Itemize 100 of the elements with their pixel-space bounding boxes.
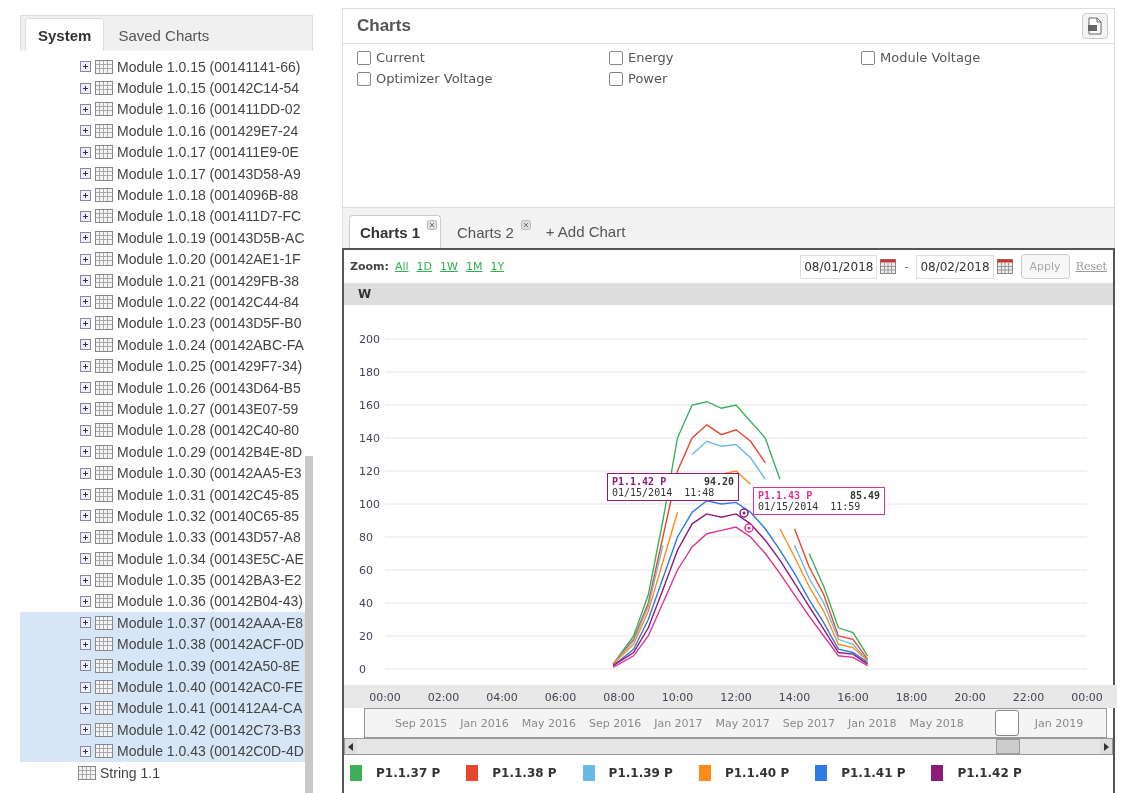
expand-icon[interactable] [80,617,91,629]
tree-item[interactable]: Module 1.0.29 (00142B4E-8D [117,443,303,460]
grid-icon [95,444,113,459]
expand-icon[interactable] [80,510,91,522]
scrollbar-thumb[interactable] [305,456,313,793]
axis-label: 22:00 [1012,691,1045,704]
legend-label[interactable]: P1.1.41 P [841,766,906,780]
tree-item[interactable]: Module 1.0.28 (00142C40-80 [117,422,300,439]
tree-item[interactable]: Module 1.0.17 (00143D58-A9 [117,165,301,182]
grid-icon [95,359,113,374]
expand-icon[interactable] [80,745,91,757]
expand-icon[interactable] [80,424,91,436]
tree-item[interactable]: Module 1.0.27 (00143E07-59 [117,400,299,417]
navigator-label: Jan 2017 [654,716,703,730]
legend-label[interactable]: P1.1.42 P [957,766,1022,780]
expand-icon[interactable] [80,253,91,265]
tree-item[interactable]: Module 1.0.22 (00142C44-84 [117,294,300,310]
tree-item[interactable]: Module 1.0.35 (00142BA3-E2 [117,572,302,589]
checkbox-option[interactable]: Optimizer Voltage [357,71,493,86]
tree-item[interactable]: Module 1.0.24 (00142ABC-FA [117,336,304,353]
tree-item[interactable]: String 1.1 [100,764,160,781]
expand-icon[interactable] [80,595,91,607]
legend-label[interactable]: P1.1.38 P [492,766,557,780]
tree-item[interactable]: Module 1.0.18 (001411D7-FC [117,208,302,225]
tree-item[interactable]: Module 1.0.16 (001429E7-24 [117,122,299,139]
tree-item[interactable]: Module 1.0.34 (00143E5C-AE [117,550,304,567]
axis-label: 16:00 [837,691,869,704]
expand-icon[interactable] [80,339,91,351]
tree-item[interactable]: Module 1.0.20 (00142AE1-1F [117,251,301,268]
expand-icon[interactable] [80,660,91,672]
tree-item[interactable]: Module 1.0.19 (00143D5B-AC [117,229,305,246]
tree-item[interactable]: Module 1.0.18 (0014096B-88 [117,187,299,204]
tree-item[interactable]: Module 1.0.17 (001411E9-0E [117,144,299,161]
expand-icon[interactable] [80,724,91,736]
expand-icon[interactable] [80,702,91,714]
tree-item[interactable]: Module 1.0.15 (00141141-66) [117,58,301,75]
tree-item[interactable]: Module 1.0.32 (00140C65-85 [117,507,300,524]
tree-item[interactable]: Module 1.0.16 (001411DD-02 [117,101,301,118]
expand-icon[interactable] [80,681,91,693]
expand-icon[interactable] [80,360,91,372]
panel-tab[interactable]: System [25,18,105,51]
expand-icon[interactable] [80,317,91,329]
axis-label: 04:00 [486,691,518,704]
grid-icon [95,102,113,117]
close-icon[interactable] [427,220,438,230]
tree-item[interactable]: Module 1.0.21 (001429FB-38 [117,272,300,289]
tree-item[interactable]: Module 1.0.33 (00143D57-A8 [117,529,301,546]
expand-icon[interactable] [80,275,91,287]
tree-item[interactable]: Module 1.0.23 (00143D5F-B0 [117,315,302,332]
date-field[interactable]: 08/02/2018 [916,254,994,279]
expand-icon[interactable] [80,232,91,244]
legend-label[interactable]: P1.1.39 P [608,766,673,780]
expand-icon[interactable] [80,168,91,180]
checkbox-option[interactable]: Power [609,71,668,86]
tree-item[interactable]: Module 1.0.26 (00143D64-B5 [117,379,301,396]
expand-icon[interactable] [80,446,91,458]
expand-icon[interactable] [80,125,91,137]
close-icon[interactable] [520,220,531,230]
calendar-icon[interactable] [996,259,1013,274]
expand-icon[interactable] [80,403,91,415]
range-handle[interactable] [995,710,1019,736]
legend-label[interactable]: P1.1.37 P [376,766,441,780]
navigator-label: Sep 2016 [588,716,642,730]
expand-icon[interactable] [80,82,91,94]
tree-item[interactable]: Module 1.0.31 (00142C45-85 [117,486,300,503]
tree-item[interactable]: Module 1.0.30 (00142AA5-E3 [117,465,302,482]
expand-icon[interactable] [80,531,91,543]
axis-label: 180 [359,366,380,379]
expand-icon[interactable] [80,146,91,158]
panel-tab[interactable]: Saved Charts [106,19,222,51]
calendar-icon[interactable] [880,259,897,274]
checkbox-option[interactable]: Module Voltage [861,50,981,65]
expand-icon[interactable] [80,296,91,308]
add-chart-link[interactable]: + Add Chart [539,215,632,248]
checkbox-option[interactable]: Energy [609,50,674,65]
expand-icon[interactable] [80,553,91,565]
checkbox-option[interactable]: Current [357,50,425,65]
expand-icon[interactable] [80,210,91,222]
expand-icon[interactable] [80,638,91,650]
panel-title: Charts [357,16,411,36]
scroll-right-icon[interactable] [1100,739,1112,754]
expand-icon[interactable] [80,103,91,115]
point-marker [744,523,754,533]
chart-tab[interactable]: Charts 2 [447,216,534,248]
expand-icon[interactable] [80,61,91,73]
scroll-left-icon[interactable] [345,739,357,754]
expand-icon[interactable] [80,489,91,500]
chart-tab[interactable]: Charts 1 [349,215,442,248]
tree-item[interactable]: Module 1.0.36 (00142B04-43) [117,593,304,610]
tree-item[interactable]: Module 1.0.15 (00142C14-54 [117,80,300,97]
tree-item[interactable]: Module 1.0.25 (001429F7-34) [117,358,303,375]
expand-icon[interactable] [80,189,91,201]
scrollbar-thumb[interactable] [996,739,1020,754]
expand-icon[interactable] [80,574,91,586]
date-field[interactable]: 08/01/2018 [800,254,878,279]
export-button[interactable] [1082,13,1108,39]
legend-label[interactable]: P1.1.40 P [724,766,790,780]
expand-icon[interactable] [80,382,91,394]
file-icon [1087,17,1103,35]
expand-icon[interactable] [80,467,91,479]
